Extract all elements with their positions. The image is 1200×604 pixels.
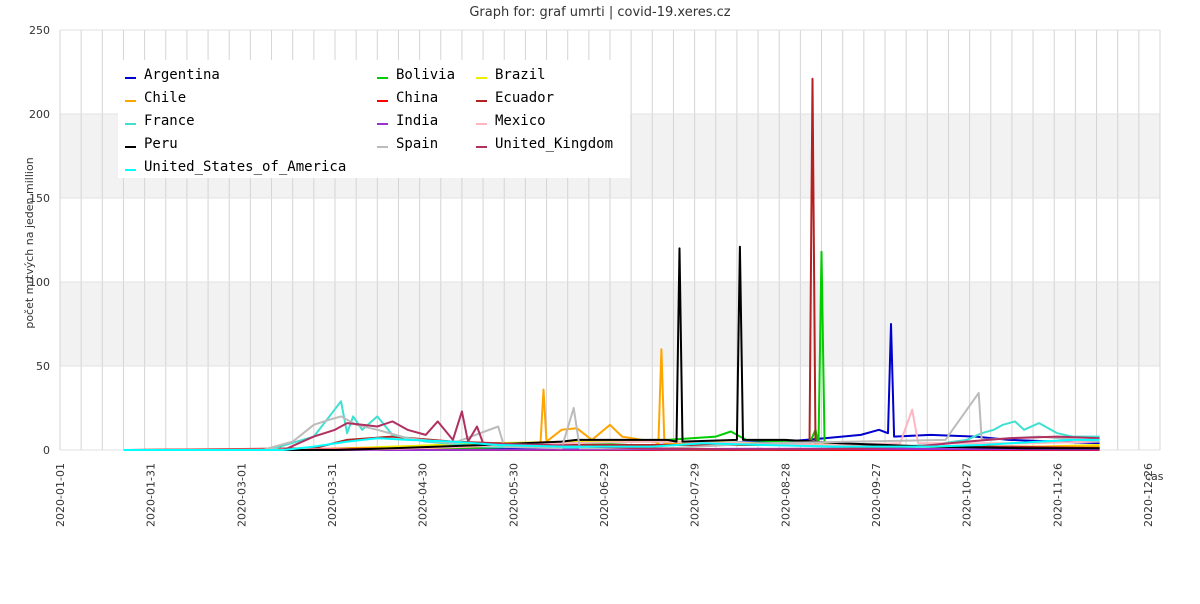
legend-item-label: Argentina [144, 67, 220, 83]
chart-container: 0 50 100 150 200 250 2020-01-01 2020-01-31 2020… [0, 0, 1200, 600]
legend-item-label: India [396, 113, 438, 129]
legend-item-label: China [396, 90, 438, 106]
x-tick-label: 2020-07-29 [689, 463, 702, 527]
legend-item-label: Peru [144, 136, 178, 152]
x-tick-label: 2020-08-28 [779, 463, 792, 527]
x-tick-label: 2020-01-31 [145, 463, 158, 527]
x-tick-label: 2020-01-01 [54, 463, 67, 527]
legend-item-label: France [144, 113, 195, 129]
legend-item-label: United_States_of_America [144, 159, 346, 175]
legend-item-label: United_Kingdom [495, 136, 613, 152]
x-tick-label: 2020-03-31 [326, 463, 339, 527]
legend-item-label: Ecuador [495, 90, 554, 106]
y-axis-label: počet mrtvých na jeden million [23, 157, 36, 328]
y-tick-label: 0 [43, 444, 50, 457]
x-tick-label: 2020-04-30 [417, 463, 430, 527]
legend: Argentina Bolivia Brazil Chile China Ecuador F… [118, 60, 630, 178]
y-tick-label: 200 [29, 108, 50, 121]
x-tick-label: 2020-03-01 [235, 463, 248, 527]
legend-item-label: Brazil [495, 67, 546, 83]
x-tick-label: 2020-06-29 [598, 463, 611, 527]
y-tick-label: 250 [29, 24, 50, 37]
legend-item-label: Mexico [495, 113, 546, 129]
line-chart: 050100150200250 2020-01-01 2020-01-31 2020… [0, 0, 1200, 600]
x-tick-label: 2020-09-27 [870, 463, 883, 527]
x-axis-label: cas [1145, 470, 1164, 483]
legend-item-label: Chile [144, 90, 186, 106]
x-tick-label: 2020-10-27 [961, 463, 974, 527]
legend-item-label: Bolivia [396, 67, 455, 83]
legend-item-label: Spain [396, 136, 438, 152]
x-tick-label: 2020-05-30 [507, 463, 520, 527]
chart-title: Graph for: graf umrti | covid-19.xeres.c… [469, 5, 730, 20]
y-tick-label: 50 [36, 360, 50, 373]
x-tick-label: 2020-11-26 [1051, 463, 1064, 527]
